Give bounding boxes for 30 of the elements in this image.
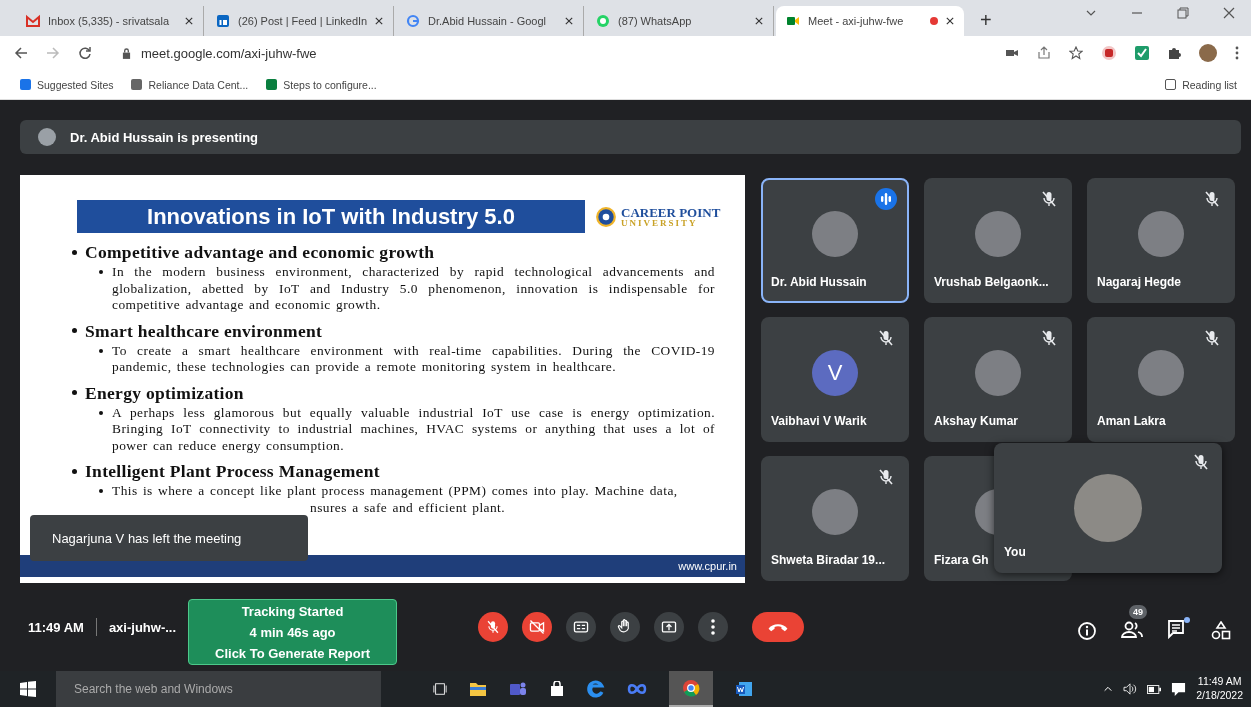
slide-bullet-text: nsures a safe and efficient plant. [310,499,506,515]
slide-bullet-text: In the modern business environment, characterized by rapid technological advancements and globalization, abetted by IoT and Industry 5.0 phenomenon, innovation is indispensable for competitive advantage and economic growth. [112,264,715,314]
toast-message: Nagarjuna V has left the meeting [52,530,242,546]
participant-name: Fizara Gh [934,553,989,567]
participant-name: Shweta Biradar 19... [771,553,886,567]
meeting-code: axi-juhw-... [108,619,177,635]
slide-heading: Intelligent Plant Process Management [85,460,380,482]
slide-bullet-text: A perhaps less glamorous but equally valuable industrial IoT use case is energy optimization. Bringing IoT connectivity to industrial machines, HVAC systems or anything that uses a lot of power can reduce energy consumption. [112,404,715,454]
slide-title: Innovations in IoT with Industry 5.0 [77,200,585,233]
participant-name: Vrushab Belgaonk... [934,275,1049,289]
logo-text: CAREER POINT [621,205,721,219]
participant-count-badge: 49 [1129,605,1147,619]
taskbar-date: 2/18/2022 [1196,689,1243,703]
participant-name: Vaibhavi V Warik [771,414,867,428]
website-url: www.cpur.in [678,560,737,572]
meeting-time: 11:49 AM [28,619,84,635]
participant-name: You [1004,545,1026,559]
participant-name: Dr. Abid Hussain [771,275,867,289]
logo-text: UNIVERSITY [621,218,699,228]
participant-name: Aman Lakra [1097,414,1166,428]
participant-name: Akshay Kumar [934,414,1019,428]
slide-bullet-text: To create a smart healthcare environment with real-time capabilities. During the COVID-19 pandemic, these technologies can provide a remote monitoring system in healthcare. [112,342,715,376]
avatar-initial: V [812,349,858,396]
slide-heading: Energy optimization [85,381,244,404]
taskbar-time: 11:49 AM [1197,675,1242,689]
slide-bullet-text: This is where a concept like plant process management (PPM) comes into play. Machine data, [112,483,679,500]
participant-name: Nagaraj Hegde [1097,275,1182,289]
presenting-label: Dr. Abid Hussain is presenting [70,129,259,145]
slide-heading: Competitive advantage and economic growth [85,241,435,263]
slide-heading: Smart healthcare environment [85,319,323,342]
